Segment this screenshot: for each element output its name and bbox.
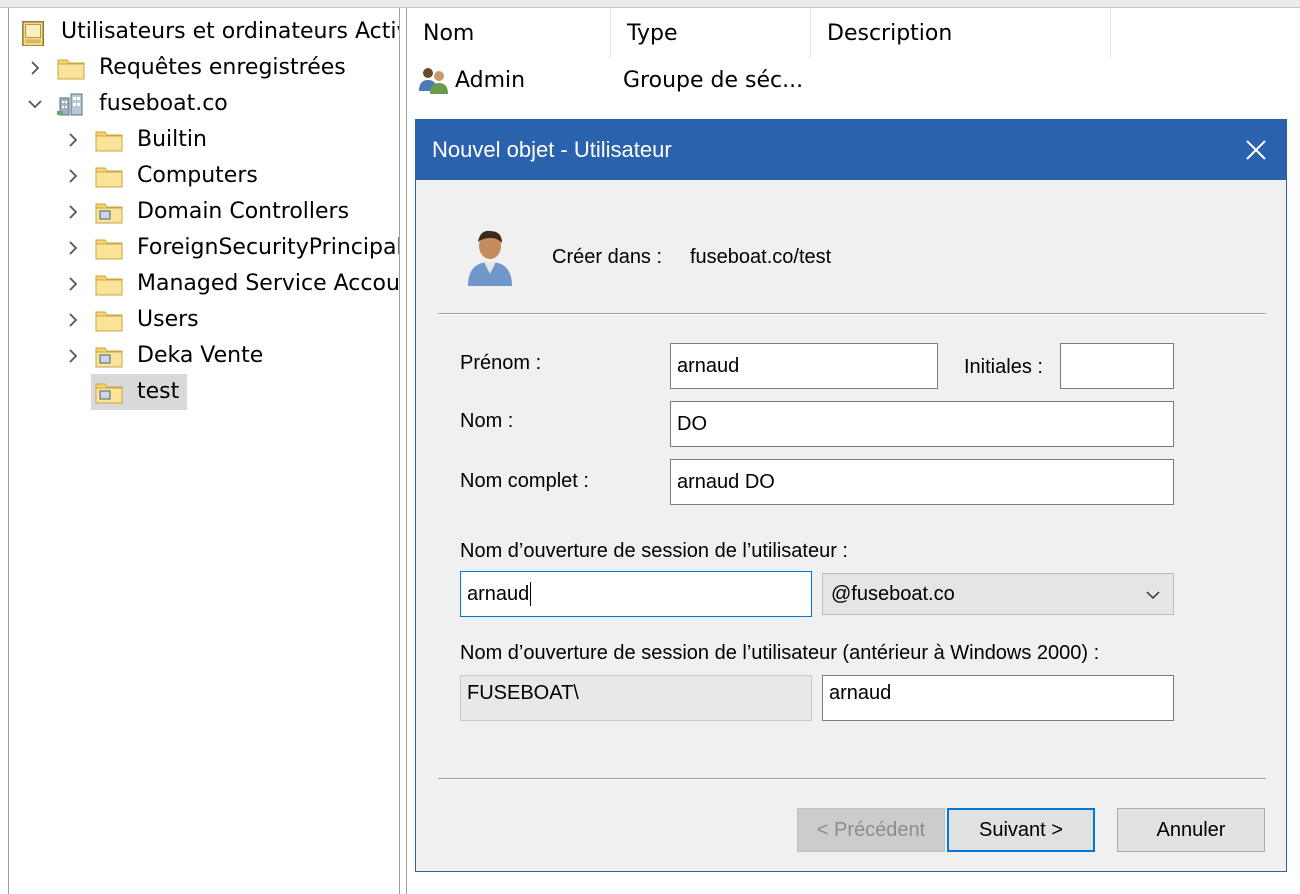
chevron-down-icon bbox=[1146, 591, 1160, 600]
aduc-console-icon bbox=[22, 21, 44, 46]
divider bbox=[438, 778, 1266, 780]
close-button[interactable] bbox=[1240, 134, 1272, 166]
folder-icon bbox=[95, 131, 123, 152]
folder-icon bbox=[95, 275, 123, 296]
full-name-label: Nom complet : bbox=[460, 470, 589, 492]
netbios-domain-field: FUSEBOAT\ bbox=[460, 675, 812, 721]
chevron-right-icon[interactable] bbox=[63, 130, 83, 150]
logon-name-field[interactable]: arnaud bbox=[460, 571, 812, 617]
column-header-type[interactable]: Type bbox=[611, 8, 811, 58]
tree-item-builtin[interactable]: Builtin bbox=[95, 122, 207, 158]
folder-icon bbox=[95, 311, 123, 332]
column-header-description[interactable]: Description bbox=[811, 8, 1111, 58]
close-icon bbox=[1246, 140, 1266, 160]
initials-label: Initiales : bbox=[964, 356, 1043, 378]
organizational-unit-icon bbox=[95, 203, 123, 224]
dialog-title-bar[interactable]: Nouvel objet - Utilisateur bbox=[416, 120, 1286, 180]
first-name-field[interactable]: arnaud bbox=[670, 343, 938, 389]
logon-pre2000-label: Nom d’ouverture de session de l’utilisat… bbox=[460, 642, 1100, 664]
tree-item-domain[interactable]: fuseboat.co bbox=[57, 86, 228, 122]
initials-field[interactable] bbox=[1060, 343, 1174, 389]
back-button[interactable]: < Précédent bbox=[797, 808, 945, 852]
tree-root-label: Utilisateurs et ordinateurs Active bbox=[61, 19, 400, 44]
console-tree[interactable]: Utilisateurs et ordinateurs Active Requê… bbox=[8, 8, 400, 894]
divider bbox=[438, 313, 1266, 315]
upn-suffix-dropdown[interactable]: @fuseboat.co bbox=[822, 573, 1174, 615]
group-icon bbox=[419, 68, 448, 94]
list-item-name: Admin bbox=[455, 67, 526, 93]
logon-pre2000-field[interactable]: arnaud bbox=[822, 675, 1174, 721]
tree-item-foreign-security-principals[interactable]: ForeignSecurityPrincipals bbox=[95, 230, 399, 266]
logon-name-label: Nom d’ouverture de session de l’utilisat… bbox=[460, 540, 848, 562]
tree-item-managed-service-accounts[interactable]: Managed Service Accoun bbox=[95, 266, 399, 302]
tree-item-test[interactable]: test bbox=[91, 374, 188, 410]
create-in-label: Créer dans : bbox=[552, 246, 663, 268]
list-item-type: Groupe de séc... bbox=[623, 67, 804, 93]
chevron-right-icon[interactable] bbox=[63, 238, 83, 258]
next-button[interactable]: Suivant > bbox=[947, 808, 1095, 852]
cancel-button[interactable]: Annuler bbox=[1117, 808, 1265, 852]
organizational-unit-icon bbox=[95, 347, 123, 368]
user-icon bbox=[468, 230, 512, 286]
folder-icon bbox=[57, 59, 85, 80]
dialog-title: Nouvel objet - Utilisateur bbox=[432, 137, 672, 162]
create-in-value: fuseboat.co/test bbox=[690, 246, 832, 268]
column-header-name[interactable]: Nom bbox=[407, 8, 611, 58]
chevron-right-icon[interactable] bbox=[63, 346, 83, 366]
first-name-label: Prénom : bbox=[460, 352, 542, 374]
domain-icon bbox=[57, 93, 83, 116]
tree-item-domain-controllers[interactable]: Domain Controllers bbox=[95, 194, 349, 230]
chevron-right-icon[interactable] bbox=[63, 274, 83, 294]
organizational-unit-icon bbox=[95, 383, 123, 404]
chevron-right-icon[interactable] bbox=[63, 166, 83, 186]
chevron-right-icon[interactable] bbox=[63, 310, 83, 330]
full-name-field[interactable]: arnaud DO bbox=[670, 459, 1174, 505]
tree-item-saved-queries[interactable]: Requêtes enregistrées bbox=[57, 50, 346, 86]
last-name-label: Nom : bbox=[460, 410, 514, 432]
chevron-right-icon[interactable] bbox=[25, 58, 45, 78]
folder-icon bbox=[95, 239, 123, 260]
new-user-dialog[interactable]: Nouvel objet - Utilisateur Créer dans : … bbox=[415, 119, 1287, 872]
last-name-field[interactable]: DO bbox=[670, 401, 1174, 447]
list-item[interactable]: Admin bbox=[417, 62, 525, 98]
chevron-right-icon[interactable] bbox=[63, 202, 83, 222]
chevron-down-icon[interactable] bbox=[25, 94, 45, 114]
window-top-strip bbox=[0, 0, 1300, 8]
tree-item-users[interactable]: Users bbox=[95, 302, 199, 338]
text-caret bbox=[530, 582, 532, 606]
tree-root[interactable]: Utilisateurs et ordinateurs Active bbox=[21, 14, 400, 50]
tree-item-computers[interactable]: Computers bbox=[95, 158, 258, 194]
folder-icon bbox=[95, 167, 123, 188]
tree-item-deka-vente[interactable]: Deka Vente bbox=[95, 338, 263, 374]
